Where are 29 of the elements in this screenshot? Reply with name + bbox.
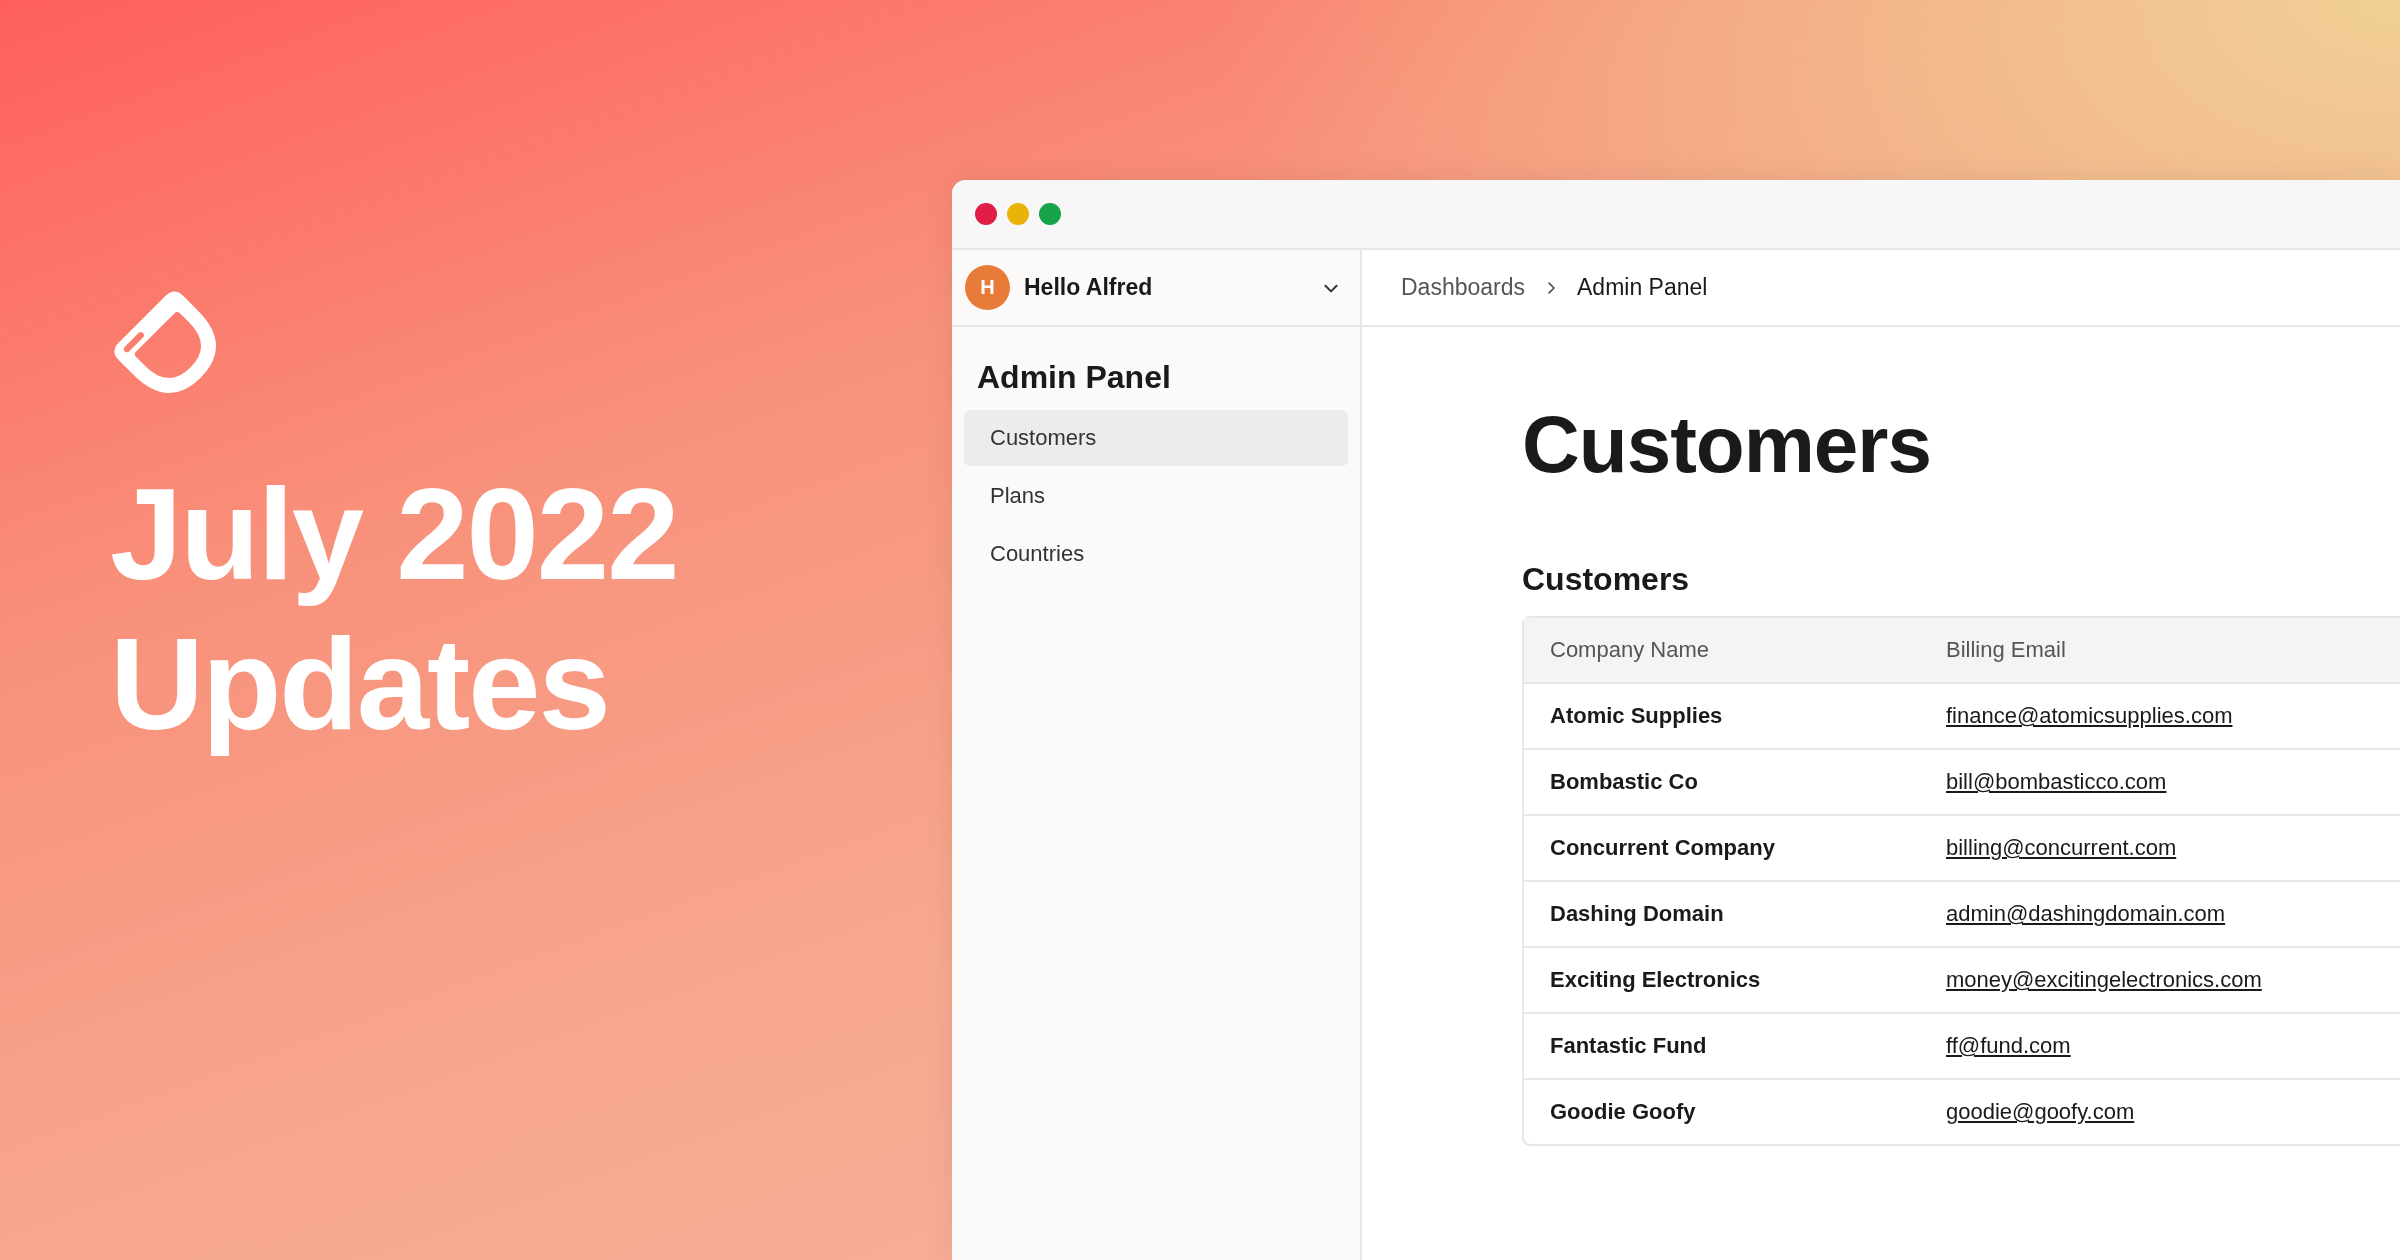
sidebar-item[interactable]: Countries (964, 526, 1348, 582)
table-cell-text: Concurrent Company (1549, 835, 1776, 861)
table-cell-text: Goodie Goofy (1549, 1099, 1697, 1125)
email-link[interactable]: admin@dashingdomain.com (1946, 901, 2226, 926)
window-control-button[interactable] (975, 203, 997, 225)
breadcrumb-link[interactable]: Dashboards (1401, 274, 1526, 301)
avatar: H (965, 265, 1010, 310)
table-cell-text: Exciting Electronics (1549, 967, 1762, 993)
table-cell-text: Atomic Supplies (1549, 703, 1724, 729)
section-title: Customers (1522, 561, 1691, 598)
table-cell-text: Bombastic Co (1549, 769, 1699, 795)
sidebar-title: Admin Panel (976, 358, 1172, 396)
column-header: Billing Email (1945, 637, 2067, 663)
breadcrumb-link[interactable]: Admin Panel (1577, 274, 1708, 301)
sidebar-item[interactable]: Customers (964, 410, 1348, 466)
email-link[interactable]: bill@bombasticco.com (1946, 769, 2167, 794)
window-control-button[interactable] (1039, 203, 1061, 225)
page-heading: Customers (1522, 399, 1932, 491)
sidebar-item[interactable]: Plans (964, 468, 1348, 524)
table-cell-text: Dashing Domain (1549, 901, 1725, 927)
table-cell-text: Fantastic Fund (1549, 1033, 1708, 1059)
user-name[interactable]: Hello Alfred (1024, 274, 1308, 301)
email-link[interactable]: goodie@goofy.com (1946, 1099, 2135, 1124)
banner-title: July 2022 Updates (110, 460, 679, 759)
email-link[interactable]: money@excitingelectronics.com (1946, 967, 2262, 992)
column-header: Company Name (1549, 637, 1710, 663)
email-link[interactable]: ff@fund.com (1946, 1033, 2071, 1058)
email-link[interactable]: billing@concurrent.com (1946, 835, 2177, 860)
email-link[interactable]: finance@atomicsupplies.com (1946, 703, 2233, 728)
